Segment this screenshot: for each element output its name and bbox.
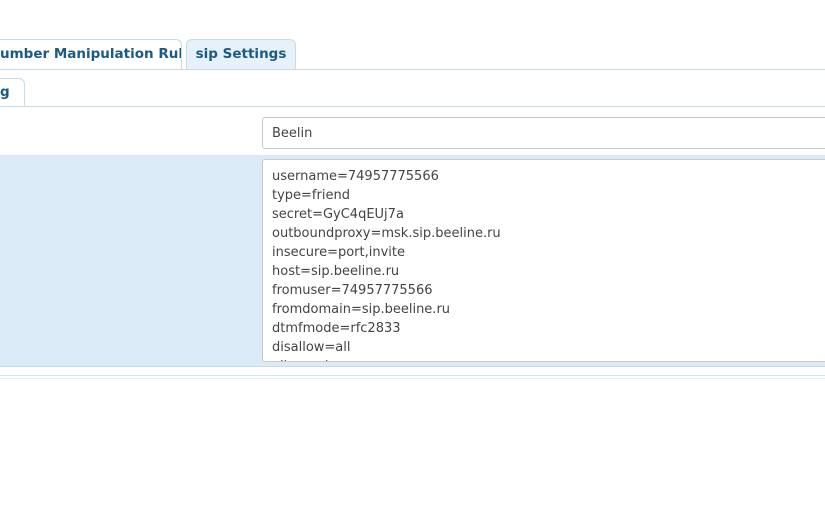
tab-strip-divider — [0, 69, 825, 70]
tab-label: umber Manipulation Rules — [0, 46, 182, 62]
settings-page: umber Manipulation Rules sip Settings g … — [0, 0, 825, 510]
subtab-label: g — [0, 84, 10, 100]
subtab-general[interactable]: g — [0, 78, 25, 106]
tab-number-manipulation-rules[interactable]: umber Manipulation Rules — [0, 39, 182, 69]
form-bottom-divider — [0, 366, 825, 367]
name-input[interactable] — [262, 117, 825, 149]
tab-label: sip Settings — [195, 46, 287, 62]
tab-sip-settings[interactable]: sip Settings — [186, 39, 296, 70]
panel-bottom-border — [0, 375, 825, 376]
panel-bottom-shadow — [0, 378, 825, 379]
sip-config-textarea[interactable]: username=74957775566 type=friend secret=… — [262, 159, 825, 362]
